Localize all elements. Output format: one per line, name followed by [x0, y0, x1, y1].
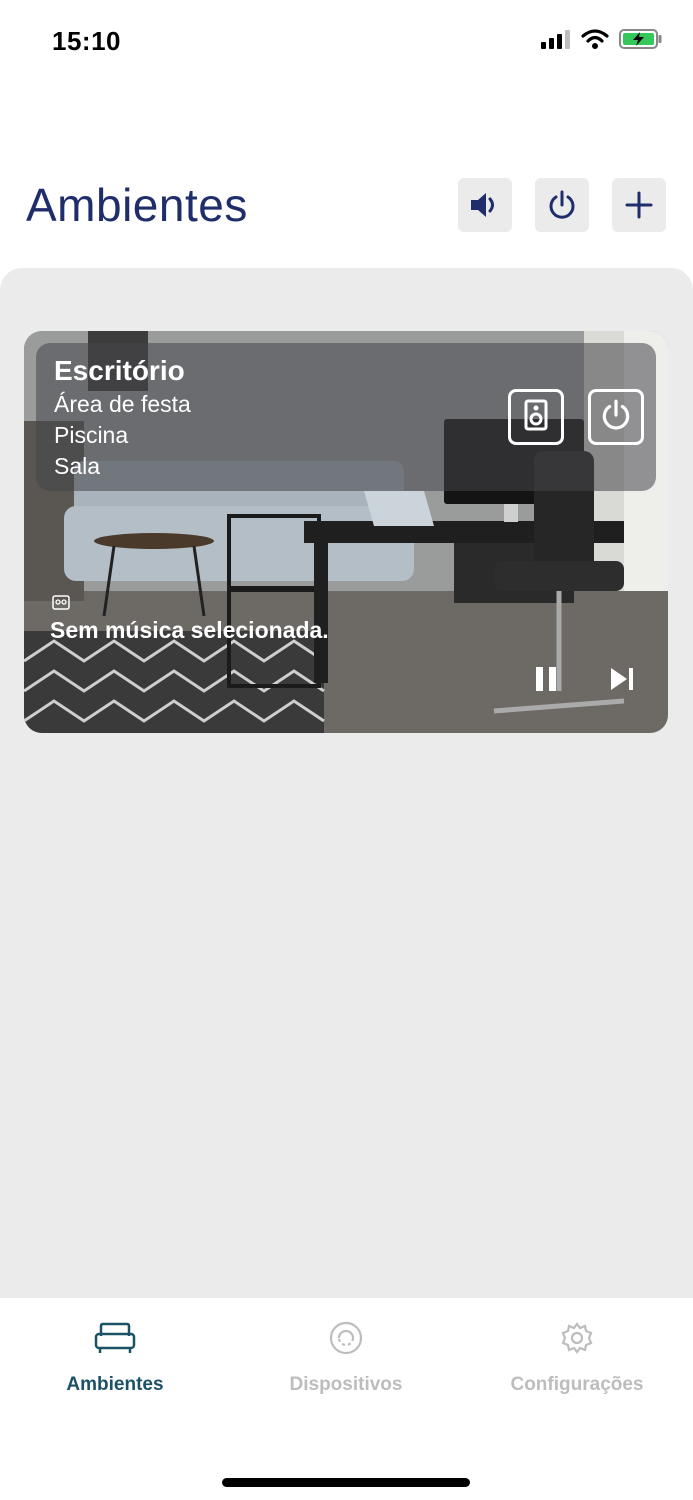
plus-icon: [625, 191, 653, 219]
power-icon: [599, 398, 633, 437]
tab-dispositivos[interactable]: Dispositivos: [231, 1316, 461, 1416]
speaker-icon: [524, 399, 548, 436]
signal-icon: [541, 29, 571, 54]
power-all-button[interactable]: [535, 178, 589, 232]
room-zone: Área de festa: [54, 391, 191, 417]
now-playing-text: Sem música selecionada.: [50, 617, 329, 643]
room-power-button[interactable]: [588, 389, 644, 445]
power-icon: [546, 189, 578, 221]
sofa-icon: [93, 1316, 137, 1360]
room-zone: Piscina: [54, 422, 129, 448]
status-time: 15:10: [52, 26, 121, 56]
status-bar: 15:10: [0, 0, 693, 90]
next-track-button[interactable]: [606, 665, 638, 697]
volume-icon: [468, 190, 502, 220]
tab-label: Configurações: [510, 1374, 644, 1395]
tab-label: Dispositivos: [289, 1374, 403, 1395]
skip-next-icon: [609, 667, 635, 696]
wifi-icon: [581, 28, 609, 55]
device-icon: [324, 1316, 368, 1360]
room-zone: Sala: [54, 453, 101, 479]
battery-charging-icon: [619, 28, 663, 55]
rooms-panel: Escritório Área de festa Piscina Sala Se…: [0, 268, 693, 1298]
pause-icon: [534, 666, 558, 697]
status-icons: [541, 28, 663, 55]
tab-label: Ambientes: [66, 1374, 164, 1395]
room-name: Escritório: [54, 355, 185, 386]
add-room-button[interactable]: [612, 178, 666, 232]
home-indicator: [222, 1478, 470, 1487]
tab-ambientes[interactable]: Ambientes: [0, 1316, 230, 1416]
tab-bar: Ambientes Dispositivos Configurações: [0, 1298, 693, 1500]
gear-icon: [555, 1316, 599, 1360]
page-title: Ambientes: [26, 179, 248, 231]
pause-button[interactable]: [530, 665, 562, 697]
room-card[interactable]: Escritório Área de festa Piscina Sala Se…: [24, 331, 668, 733]
speaker-button[interactable]: [508, 389, 564, 445]
header: Ambientes: [0, 170, 693, 240]
music-source-icon: [52, 593, 70, 611]
tab-configuracoes[interactable]: Configurações: [462, 1316, 692, 1416]
volume-button[interactable]: [458, 178, 512, 232]
